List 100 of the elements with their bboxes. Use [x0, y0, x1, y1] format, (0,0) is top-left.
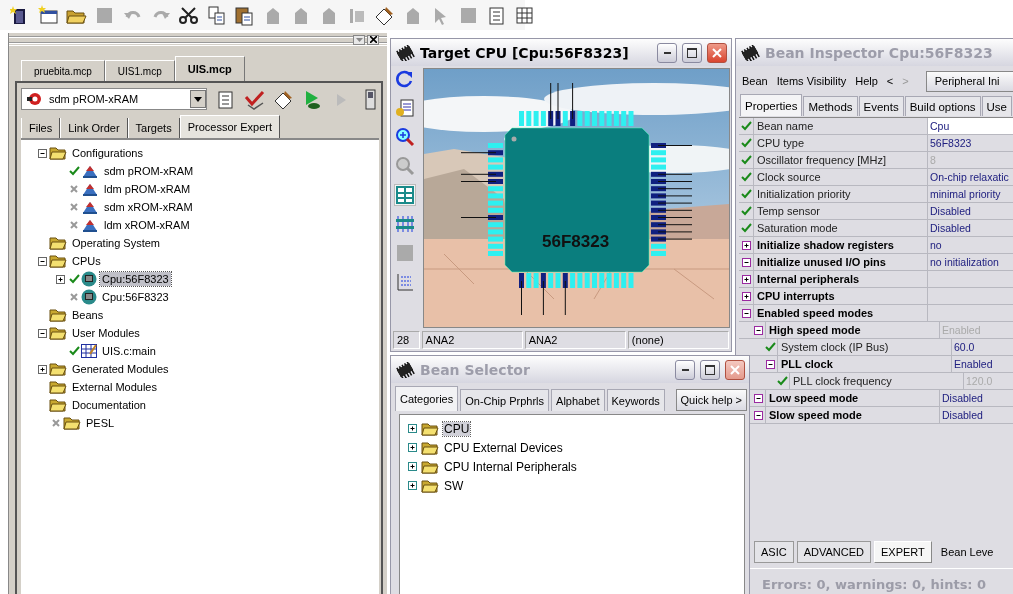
folder-icon — [421, 440, 439, 455]
expand-icon[interactable] — [408, 462, 417, 471]
tree-item[interactable]: External Modules — [70, 380, 159, 394]
window-title: Target CPU [Cpu:56F8323] — [420, 44, 630, 61]
close-button[interactable] — [367, 34, 379, 45]
property-name: CPU type — [756, 137, 805, 149]
expand-icon[interactable] — [408, 481, 417, 490]
tab[interactable]: Alphabet — [551, 389, 605, 411]
collapse-icon[interactable] — [37, 148, 47, 158]
tab[interactable]: On-Chip Prphrls — [460, 389, 550, 411]
pen-icon[interactable] — [374, 4, 395, 26]
tree-item[interactable]: sdm pROM-xRAM — [102, 164, 196, 178]
tab[interactable]: Processor Expert — [179, 115, 281, 138]
expand-icon[interactable] — [55, 274, 65, 284]
menu-item[interactable]: Help — [855, 75, 878, 87]
new-window-icon[interactable] — [38, 4, 59, 26]
list-icon[interactable] — [215, 88, 236, 110]
expand-icon[interactable] — [741, 274, 751, 284]
property-value: no initialization — [930, 256, 999, 268]
level-tab[interactable]: ADVANCED — [796, 541, 871, 563]
quick-help-button[interactable]: Quick help > — [675, 389, 747, 411]
collapse-icon[interactable] — [37, 256, 47, 266]
tree-item[interactable]: Documentation — [70, 398, 148, 412]
folder-icon — [421, 478, 439, 493]
property-value: Enabled — [954, 358, 993, 370]
pen-icon[interactable] — [273, 88, 294, 110]
expand-icon[interactable] — [408, 443, 417, 452]
tree-item[interactable]: ldm pROM-xRAM — [102, 182, 193, 196]
folder-icon — [49, 398, 67, 412]
expand-icon[interactable] — [741, 240, 751, 250]
minimize-button[interactable] — [657, 42, 677, 63]
property-value: Disabled — [930, 222, 971, 234]
window-title: Bean Inspector Cpu:56F8323 — [765, 44, 994, 61]
tree-item[interactable]: Beans — [70, 308, 106, 322]
tree-item[interactable]: UIS.c:main — [100, 344, 158, 358]
property-name: Low speed mode — [768, 392, 859, 404]
menu-item[interactable]: Items Visibility — [776, 75, 847, 87]
collapse-icon[interactable] — [37, 328, 47, 338]
property-value: Enabled — [942, 324, 981, 336]
property-name: Initialize shadow registers — [756, 239, 894, 251]
collapse-icon[interactable] — [741, 308, 751, 318]
folder-icon — [49, 254, 67, 268]
document-icon[interactable] — [395, 98, 415, 118]
scissors-icon[interactable] — [178, 4, 199, 26]
menu-item[interactable]: Bean — [742, 75, 768, 87]
tab[interactable]: Properties — [740, 94, 803, 116]
expand-icon[interactable] — [741, 291, 751, 301]
tree-item[interactable]: ldm xROM-xRAM — [102, 218, 192, 232]
tree-item[interactable]: CPU — [443, 421, 471, 436]
tree-item[interactable]: Cpu:56F8323 — [100, 290, 171, 304]
copy-icon[interactable] — [206, 4, 227, 26]
tab[interactable]: Keywords — [606, 389, 665, 411]
grid-icon[interactable] — [514, 4, 535, 26]
minimize-icon — [663, 51, 671, 54]
tree-item[interactable]: Operating System — [70, 236, 163, 250]
list-icon[interactable] — [395, 272, 415, 292]
tree-item[interactable]: Cpu:56F8323 — [100, 272, 171, 286]
checkmark-icon[interactable] — [244, 88, 265, 110]
tab[interactable]: Methods — [803, 96, 858, 116]
table-icon[interactable] — [395, 185, 415, 205]
tree-item[interactable]: PESL — [84, 416, 117, 430]
level-tab[interactable]: EXPERT — [874, 541, 932, 563]
folder-icon — [49, 236, 67, 250]
folder-icon — [421, 421, 439, 436]
property-name: PLL clock — [780, 358, 833, 370]
tab[interactable]: UIS1.mcp — [104, 60, 175, 81]
tab[interactable]: Categories — [395, 386, 459, 411]
folder-icon — [49, 308, 67, 322]
chip-label: 56F8323 — [542, 232, 610, 252]
tree-item[interactable]: User Modules — [70, 326, 142, 340]
tree-item[interactable]: Generated Modules — [70, 362, 171, 376]
tree-item[interactable]: CPUs — [70, 254, 103, 268]
tree-item[interactable]: sdm xROM-xRAM — [102, 200, 195, 214]
tab[interactable]: Use — [981, 96, 1012, 116]
close-icon — [712, 47, 722, 58]
maximize-button[interactable] — [682, 42, 702, 63]
expand-icon[interactable] — [408, 424, 417, 433]
zoom-in-icon[interactable] — [395, 127, 415, 147]
refresh-icon[interactable] — [395, 69, 415, 89]
target-dropdown[interactable]: sdm pROM-xRAM — [21, 88, 207, 110]
expand-icon[interactable] — [37, 364, 47, 374]
tree-item[interactable]: CPU External Devices — [443, 440, 564, 455]
tab[interactable]: Build options — [904, 96, 981, 116]
tree-item[interactable]: SW — [443, 478, 465, 493]
tab[interactable]: pruebita.mcp — [21, 60, 105, 81]
status-field: (none) — [627, 331, 729, 349]
level-tab[interactable]: ASIC — [754, 541, 794, 563]
tab[interactable]: UIS.mcp — [174, 56, 245, 81]
list-icon[interactable] — [486, 4, 507, 26]
collapse-icon[interactable] — [741, 257, 751, 267]
collapse-icon[interactable] — [753, 410, 763, 420]
tree-item[interactable]: CPU Internal Peripherals — [443, 459, 578, 474]
peripheral-button[interactable]: Peripheral Ini — [925, 70, 1013, 92]
pins-icon[interactable] — [395, 214, 415, 234]
tree-item[interactable]: Configurations — [70, 146, 145, 160]
menu-item[interactable]: < — [886, 75, 894, 87]
tab[interactable]: Events — [858, 96, 904, 116]
collapse-icon[interactable] — [753, 393, 763, 403]
paste-icon[interactable] — [234, 4, 255, 26]
property-name: High speed mode — [768, 324, 861, 336]
